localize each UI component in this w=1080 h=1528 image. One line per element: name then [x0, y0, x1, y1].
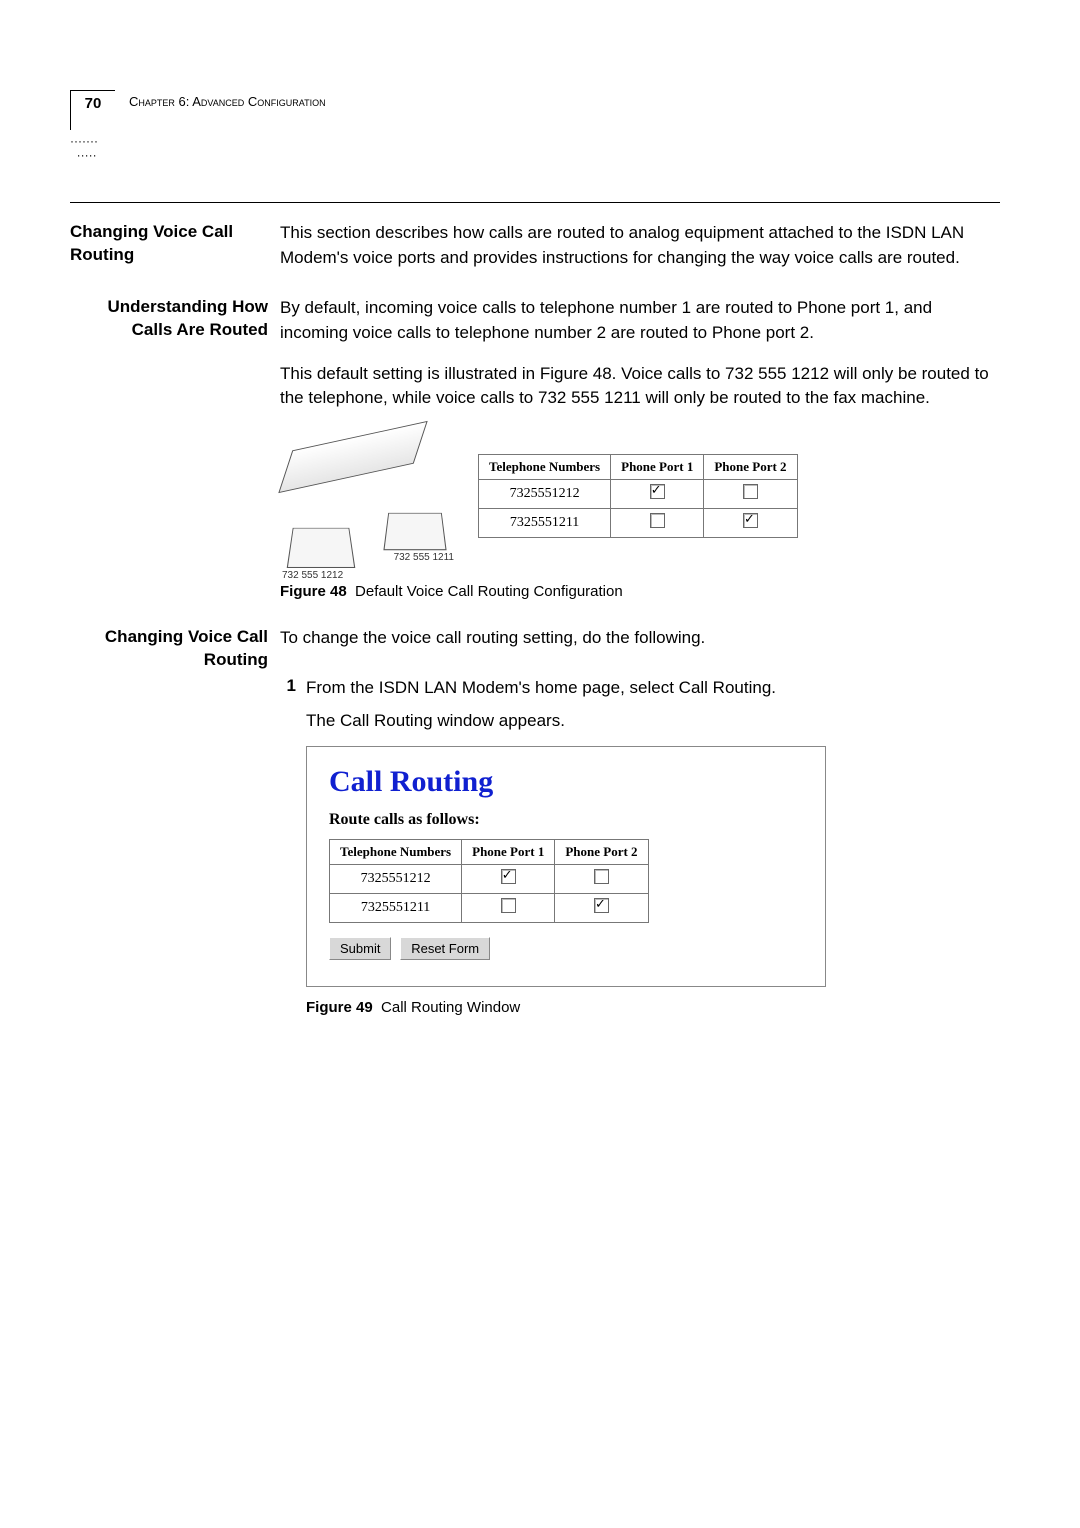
cr-th-3: Phone Port 2 — [555, 839, 648, 864]
fig48-r2-num: 7325551211 — [479, 508, 611, 537]
phone-port2-checkbox[interactable] — [594, 869, 609, 884]
section2-body1: By default, incoming voice calls to tele… — [280, 296, 1000, 345]
phone-port1-checkbox[interactable] — [501, 869, 516, 884]
step1-text2: The Call Routing window appears. — [306, 709, 1000, 734]
figure49-text: Call Routing Window — [381, 999, 520, 1016]
chapter-label: Chapter 6: Advanced Configuration — [129, 94, 326, 109]
page-header: 70 ······· ····· Chapter 6: Advanced Con… — [70, 90, 1000, 162]
page-number: 70 — [70, 90, 115, 130]
section1-body: This section describes how calls are rou… — [280, 221, 1000, 270]
cr-th-2: Phone Port 1 — [462, 839, 555, 864]
section3-title: Changing Voice Call Routing — [70, 626, 268, 672]
figure49-caption: Figure 49 Call Routing Window — [306, 999, 1000, 1016]
figure48-text: Default Voice Call Routing Configuration — [355, 583, 623, 600]
logo-dots: ······· ····· — [70, 134, 115, 162]
section2-body2: This default setting is illustrated in F… — [280, 362, 1000, 411]
modem-graphic: 732 555 1212 732 555 1211 — [280, 421, 450, 571]
step-number: 1 — [280, 676, 296, 1015]
figure48-illustration: 732 555 1212 732 555 1211 Telephone Numb… — [280, 421, 1000, 571]
checkbox-icon — [650, 513, 665, 528]
cr-r2-num: 7325551211 — [330, 893, 462, 922]
reset-form-button[interactable]: Reset Form — [400, 937, 490, 960]
figure49-label: Figure 49 — [306, 999, 373, 1016]
checkbox-icon — [743, 484, 758, 499]
table-row: 7325551211 — [479, 508, 798, 537]
cr-table: Telephone Numbers Phone Port 1 Phone Por… — [329, 839, 649, 923]
figure48-caption: Figure 48 Default Voice Call Routing Con… — [280, 583, 1000, 600]
step1-text1: From the ISDN LAN Modem's home page, sel… — [306, 676, 1000, 701]
figure48-label: Figure 48 — [280, 583, 347, 600]
fig48-r1-num: 7325551212 — [479, 479, 611, 508]
fig48-th-col3: Phone Port 2 — [704, 454, 797, 479]
submit-button[interactable]: Submit — [329, 937, 391, 960]
cr-window-title: Call Routing — [329, 765, 803, 799]
fig48-th-col2: Phone Port 1 — [611, 454, 704, 479]
section-rule — [70, 202, 1000, 203]
table-row: 7325551212 — [330, 864, 649, 893]
table-row: 7325551211 — [330, 893, 649, 922]
table-row: 7325551212 — [479, 479, 798, 508]
fax-number-label: 732 555 1211 — [394, 552, 454, 563]
step-1: 1 From the ISDN LAN Modem's home page, s… — [280, 676, 1000, 1015]
phone-number-label: 732 555 1212 — [282, 570, 343, 581]
cr-window-subtitle: Route calls as follows: — [329, 811, 803, 829]
section2-title: Understanding How Calls Are Routed — [70, 296, 268, 342]
section1-title: Changing Voice Call Routing — [70, 221, 268, 267]
phone-port2-checkbox[interactable] — [594, 898, 609, 913]
checkbox-icon — [650, 484, 665, 499]
cr-th-1: Telephone Numbers — [330, 839, 462, 864]
fig48-th-col1: Telephone Numbers — [479, 454, 611, 479]
checkbox-icon — [743, 513, 758, 528]
section3-body: To change the voice call routing setting… — [280, 626, 1000, 651]
cr-r1-num: 7325551212 — [330, 864, 462, 893]
phone-port1-checkbox[interactable] — [501, 898, 516, 913]
call-routing-window: Call Routing Route calls as follows: Tel… — [306, 746, 826, 987]
fig48-table: Telephone Numbers Phone Port 1 Phone Por… — [478, 454, 798, 538]
